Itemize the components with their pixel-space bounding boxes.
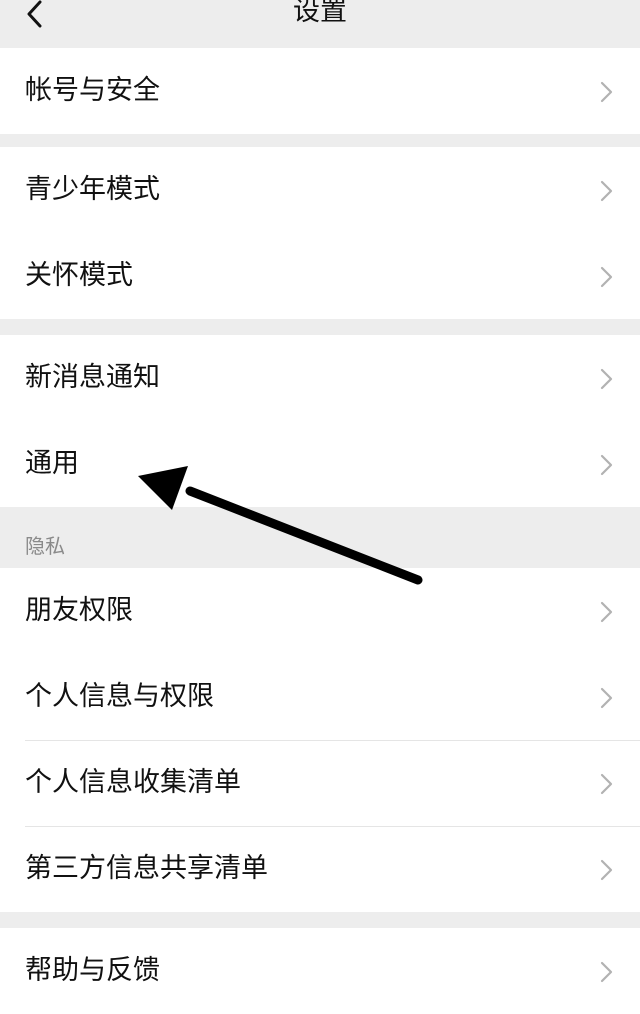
chevron-right-icon bbox=[600, 266, 614, 288]
settings-item-label: 帮助与反馈 bbox=[25, 955, 160, 986]
page-title: 设置 bbox=[293, 0, 347, 27]
settings-item-label: 关怀模式 bbox=[25, 260, 133, 291]
section-header-privacy: 隐私 bbox=[25, 534, 65, 558]
settings-item-teen-mode[interactable]: 青少年模式 bbox=[0, 147, 640, 233]
settings-group-privacy: 朋友权限 个人信息与权限 个人信息收集清单 第三方信息共享清单 bbox=[0, 568, 640, 912]
chevron-right-icon bbox=[600, 961, 614, 983]
nav-bar: 设置 bbox=[0, 0, 640, 48]
settings-item-friend-permissions[interactable]: 朋友权限 bbox=[0, 568, 640, 654]
settings-item-label: 通用 bbox=[25, 448, 79, 479]
settings-item-personal-info-collection[interactable]: 个人信息收集清单 bbox=[0, 740, 640, 826]
settings-item-third-party-sharing[interactable]: 第三方信息共享清单 bbox=[0, 826, 640, 912]
chevron-right-icon bbox=[600, 368, 614, 390]
chevron-right-icon bbox=[600, 601, 614, 623]
settings-item-account-security[interactable]: 帐号与安全 bbox=[0, 48, 640, 134]
settings-item-care-mode[interactable]: 关怀模式 bbox=[0, 233, 640, 319]
settings-item-general[interactable]: 通用 bbox=[0, 421, 640, 507]
settings-item-help-feedback[interactable]: 帮助与反馈 bbox=[0, 928, 640, 1014]
settings-item-label: 个人信息与权限 bbox=[25, 681, 214, 712]
settings-item-label: 个人信息收集清单 bbox=[25, 767, 241, 798]
settings-item-personal-info-permissions[interactable]: 个人信息与权限 bbox=[0, 654, 640, 740]
settings-item-label: 朋友权限 bbox=[25, 595, 133, 626]
chevron-right-icon bbox=[600, 773, 614, 795]
settings-item-label: 新消息通知 bbox=[25, 362, 160, 393]
settings-group-modes: 青少年模式 关怀模式 bbox=[0, 147, 640, 319]
chevron-right-icon bbox=[600, 180, 614, 202]
chevron-right-icon bbox=[600, 687, 614, 709]
chevron-right-icon bbox=[600, 81, 614, 103]
settings-group-account: 帐号与安全 bbox=[0, 48, 640, 134]
settings-item-label: 第三方信息共享清单 bbox=[25, 853, 268, 884]
settings-item-notifications[interactable]: 新消息通知 bbox=[0, 335, 640, 421]
settings-group-notifications: 新消息通知 通用 bbox=[0, 335, 640, 507]
settings-item-label: 帐号与安全 bbox=[25, 75, 160, 106]
settings-item-label: 青少年模式 bbox=[25, 174, 160, 205]
settings-group-help: 帮助与反馈 bbox=[0, 928, 640, 1014]
chevron-right-icon bbox=[600, 454, 614, 476]
chevron-right-icon bbox=[600, 859, 614, 881]
